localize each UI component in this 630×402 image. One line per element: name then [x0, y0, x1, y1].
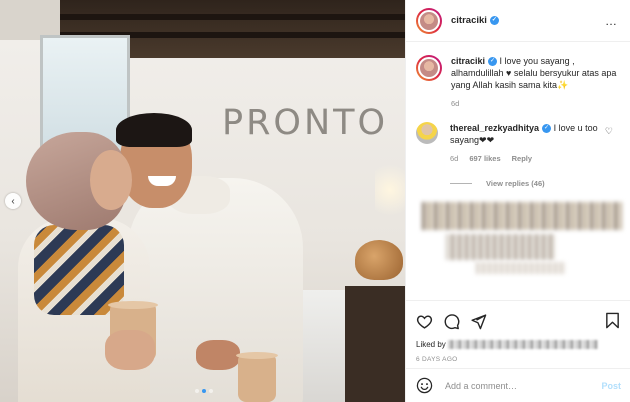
verified-badge-icon: ✓ — [542, 124, 552, 134]
bread — [355, 240, 403, 280]
verified-badge-icon: ✓ — [489, 15, 499, 25]
share-paper-plane-icon[interactable] — [470, 313, 487, 330]
carousel-dot — [195, 389, 199, 393]
blurred-comment — [476, 262, 566, 274]
liked-by[interactable]: Liked by — [416, 340, 621, 350]
comment-bubble-icon[interactable] — [443, 313, 460, 330]
divider — [450, 183, 472, 184]
liked-by-prefix: Liked by — [416, 340, 446, 349]
chevron-left-icon: ‹ — [11, 195, 15, 207]
author-avatar[interactable] — [416, 55, 442, 81]
carousel-dots — [195, 389, 213, 393]
caption-username[interactable]: citraciki — [451, 56, 485, 66]
woman-scarf — [34, 225, 124, 315]
woman-face — [90, 150, 132, 210]
comment-likes[interactable]: 697 likes — [469, 153, 500, 165]
carousel-dot-active — [202, 389, 206, 393]
commenter-username[interactable]: thereal_rezkyadhitya — [450, 123, 539, 133]
add-comment-bar: Post — [406, 368, 630, 402]
comment-item: thereal_rezkyadhitya ✓ I love u too sayan… — [416, 122, 621, 165]
hand — [196, 340, 240, 370]
more-options-icon[interactable]: … — [605, 14, 618, 28]
store-sign: PRONTO — [222, 103, 389, 143]
blurred-comment — [446, 234, 556, 260]
reply-button[interactable]: Reply — [512, 153, 532, 165]
coffee-cup — [236, 352, 278, 402]
comments-section[interactable]: citraciki ✓ I love you sayang , alhamduli… — [406, 43, 630, 300]
blurred-comments — [416, 202, 622, 277]
string-lights — [375, 150, 405, 230]
verified-badge-icon: ✓ — [488, 57, 498, 67]
carousel-dot — [209, 389, 213, 393]
author-username[interactable]: citraciki ✓ — [451, 15, 499, 26]
post-side-panel: citraciki ✓ … citraciki ✓ I love you sayan… — [405, 0, 630, 402]
blurred-comment — [422, 202, 622, 230]
comment-like-heart-icon[interactable]: ♡ — [605, 126, 613, 137]
emoji-smiley-icon[interactable] — [416, 377, 433, 394]
post-date[interactable]: 6 days ago — [416, 356, 621, 363]
post-actions: Liked by 6 days ago — [406, 300, 630, 363]
carousel-prev-button[interactable]: ‹ — [5, 193, 21, 209]
post-comment-button[interactable]: Post — [601, 381, 621, 391]
liked-by-names-blurred — [448, 340, 599, 350]
bookmark-icon[interactable] — [604, 312, 621, 329]
man-hair — [116, 113, 192, 147]
ceiling-beam — [60, 14, 405, 20]
post-photo[interactable]: PRONTO ‹ — [0, 0, 405, 402]
comment-age: 6d — [450, 154, 459, 163]
post-caption: citraciki ✓ I love you sayang , alhamduli… — [416, 55, 621, 110]
like-heart-icon[interactable] — [416, 313, 433, 330]
post-header: citraciki ✓ … — [406, 0, 630, 42]
author-avatar[interactable] — [416, 7, 442, 34]
commenter-avatar[interactable] — [416, 122, 438, 144]
add-comment-input[interactable] — [445, 380, 590, 391]
counter-edge — [345, 286, 405, 402]
hand — [105, 330, 155, 370]
view-replies-label: View replies (46) — [486, 179, 545, 188]
view-replies-button[interactable]: View replies (46) — [450, 179, 621, 188]
caption-age: 6d — [451, 99, 460, 108]
